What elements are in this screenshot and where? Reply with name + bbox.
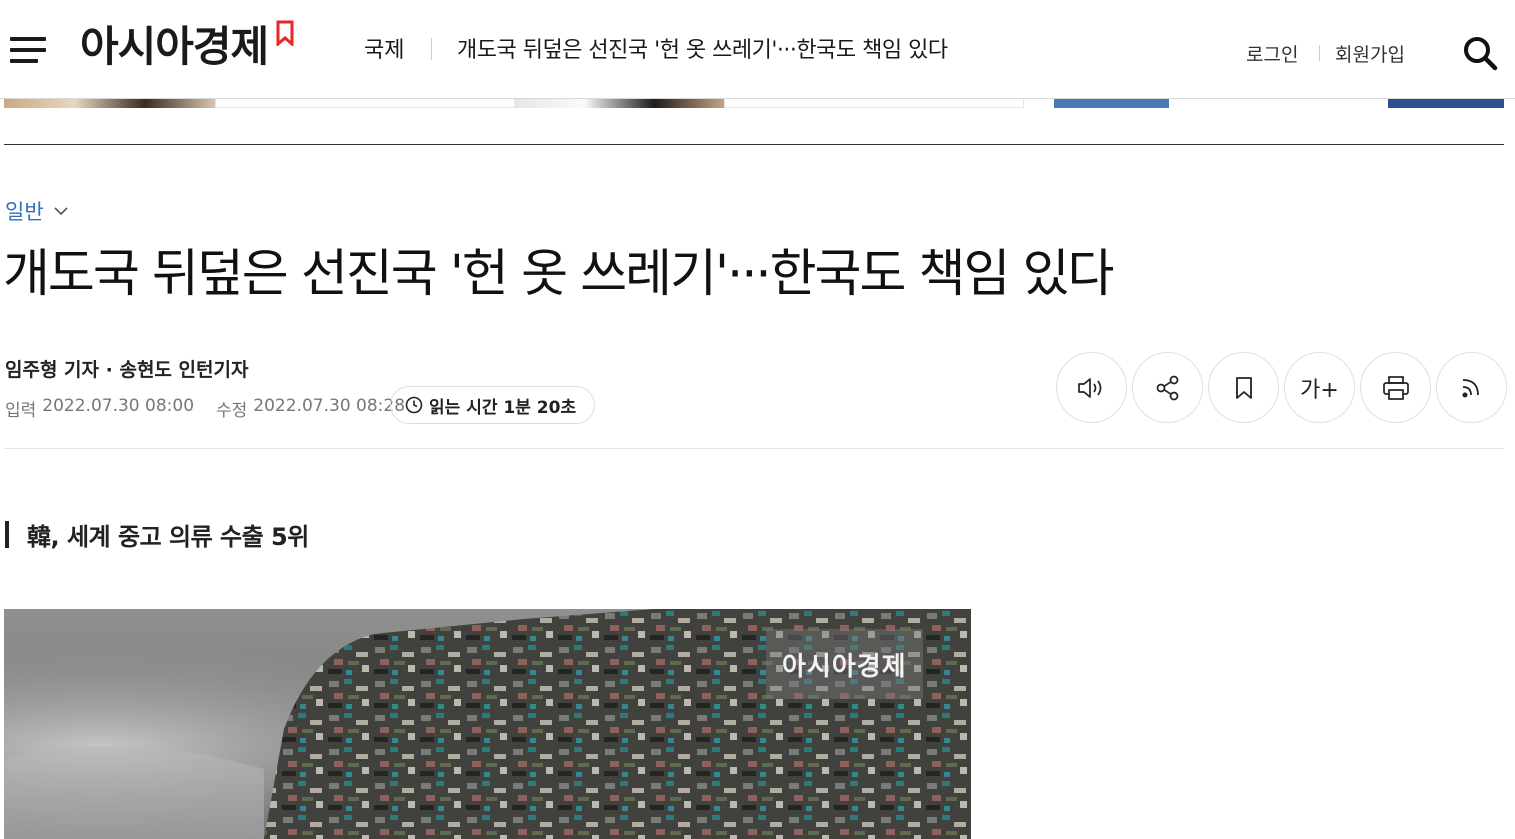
listen-button[interactable] <box>1056 352 1127 423</box>
article-tools: 가+ <box>1056 352 1507 423</box>
search-icon[interactable] <box>1462 35 1498 71</box>
read-time-text: 읽는 시간 1분 20초 <box>429 397 577 418</box>
article-dates: 입력 2022.07.30 08:00 수정 2022.07.30 08:28 <box>5 396 405 421</box>
share-button[interactable] <box>1132 352 1203 423</box>
subheading-text: 韓, 세계 중고 의류 수출 5위 <box>27 523 309 551</box>
site-logo[interactable]: 아시아경제 <box>80 18 294 78</box>
share-icon <box>1156 375 1178 400</box>
category-label: 일반 <box>5 200 44 224</box>
logo-text: 아시아경제 <box>80 22 269 71</box>
input-date: 2022.07.30 08:00 <box>42 396 195 416</box>
section-divider <box>4 144 1504 145</box>
article-title: 개도국 뒤덮은 선진국 '헌 옷 쓰레기'···한국도 책임 있다 <box>3 245 1114 304</box>
font-size-button[interactable]: 가+ <box>1284 352 1355 423</box>
logo-mark-icon <box>276 20 294 46</box>
modified-label: 수정 <box>216 401 248 421</box>
ad-strip[interactable] <box>0 99 1515 109</box>
photo-watermark: 아시아경제 <box>766 629 923 699</box>
article-photo[interactable]: 아시아경제 <box>4 609 971 839</box>
article-subheading: 韓, 세계 중고 의류 수출 5위 <box>5 517 309 552</box>
input-label: 입력 <box>5 401 37 421</box>
signup-link[interactable]: 회원가입 <box>1335 40 1405 67</box>
bookmark-icon <box>1235 376 1252 399</box>
site-header: 아시아경제 국제 개도국 뒤덮은 선진국 '헌 옷 쓰레기'···한국도 책임 … <box>0 0 1515 99</box>
rss-button[interactable] <box>1436 352 1507 423</box>
clock-icon <box>405 396 423 414</box>
subheading-bar <box>5 521 9 548</box>
byline: 임주형 기자 · 송현도 인턴기자 <box>5 359 249 381</box>
login-divider <box>1319 45 1320 61</box>
modified-date: 2022.07.30 08:28 <box>253 396 406 416</box>
section-link[interactable]: 국제 <box>364 32 404 64</box>
watermark-text: 아시아경제 <box>782 651 907 682</box>
font-size-label: 가+ <box>1300 377 1339 403</box>
header-divider <box>431 38 432 60</box>
header-headline: 개도국 뒤덮은 선진국 '헌 옷 쓰레기'···한국도 책임 있다 <box>457 38 948 63</box>
rss-icon <box>1462 378 1479 397</box>
print-button[interactable] <box>1360 352 1431 423</box>
print-icon <box>1382 375 1409 400</box>
bookmark-button[interactable] <box>1208 352 1279 423</box>
chevron-down-icon <box>54 206 68 215</box>
speaker-icon <box>1077 377 1101 398</box>
category-dropdown[interactable]: 일반 <box>5 196 68 226</box>
menu-icon[interactable] <box>10 37 46 63</box>
read-time-badge: 읽는 시간 1분 20초 <box>390 386 596 424</box>
login-link[interactable]: 로그인 <box>1246 40 1298 67</box>
article-divider <box>4 448 1504 449</box>
